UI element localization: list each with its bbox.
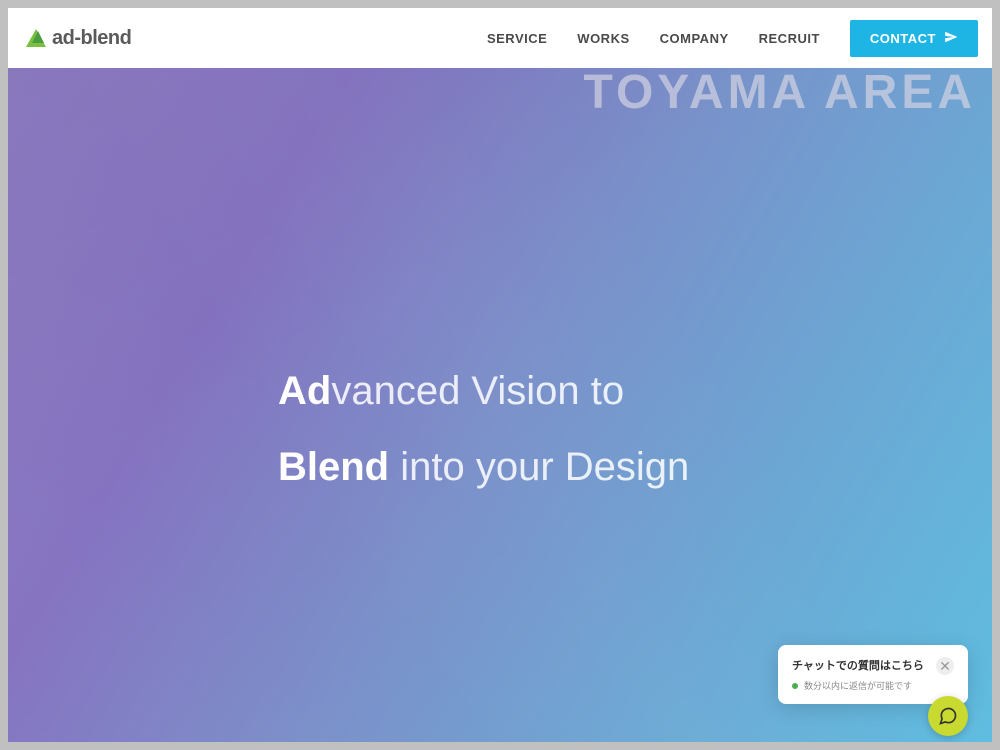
chat-icon <box>938 706 958 726</box>
close-icon[interactable]: ✕ <box>936 657 954 675</box>
headline-line1-rest: vanced Vision to <box>331 369 624 413</box>
chat-status: 数分以内に返信が可能です <box>792 679 954 692</box>
headline-line2: Blend into your Design <box>278 429 689 505</box>
send-icon <box>944 30 958 47</box>
headline-line1: Advanced Vision to <box>278 353 689 429</box>
nav-recruit[interactable]: RECRUIT <box>759 31 820 46</box>
headline-line1-bold: Ad <box>278 369 331 413</box>
logo-text: ad-blend <box>52 27 131 50</box>
chat-header: チャットでの質問はこちら ✕ <box>792 657 954 675</box>
nav-company[interactable]: COMPANY <box>660 31 729 46</box>
header: ad-blend SERVICE WORKS COMPANY RECRUIT C… <box>8 8 992 68</box>
logo-icon <box>26 29 46 47</box>
chat-subtitle: 数分以内に返信が可能です <box>804 679 912 692</box>
contact-button[interactable]: CONTACT <box>850 20 978 57</box>
hero-section: WEB DESIGN & SEO TOYAMA AREA Advanced Vi… <box>8 68 992 742</box>
bg-text-line2: TOYAMA AREA <box>584 68 977 118</box>
main-nav: SERVICE WORKS COMPANY RECRUIT CONTACT <box>487 20 978 57</box>
chat-widget[interactable]: チャットでの質問はこちら ✕ 数分以内に返信が可能です <box>778 645 968 704</box>
status-dot-icon <box>792 683 798 689</box>
hero-headline: Advanced Vision to Blend into your Desig… <box>278 353 689 505</box>
background-text: WEB DESIGN & SEO TOYAMA AREA <box>584 68 977 118</box>
chat-bubble-button[interactable] <box>928 696 968 736</box>
contact-label: CONTACT <box>870 31 936 46</box>
logo[interactable]: ad-blend <box>26 27 131 50</box>
nav-service[interactable]: SERVICE <box>487 31 547 46</box>
nav-works[interactable]: WORKS <box>577 31 629 46</box>
headline-line2-bold: Blend <box>278 445 389 489</box>
headline-line2-rest: into your Design <box>389 445 689 489</box>
chat-title: チャットでの質問はこちら <box>792 657 924 673</box>
